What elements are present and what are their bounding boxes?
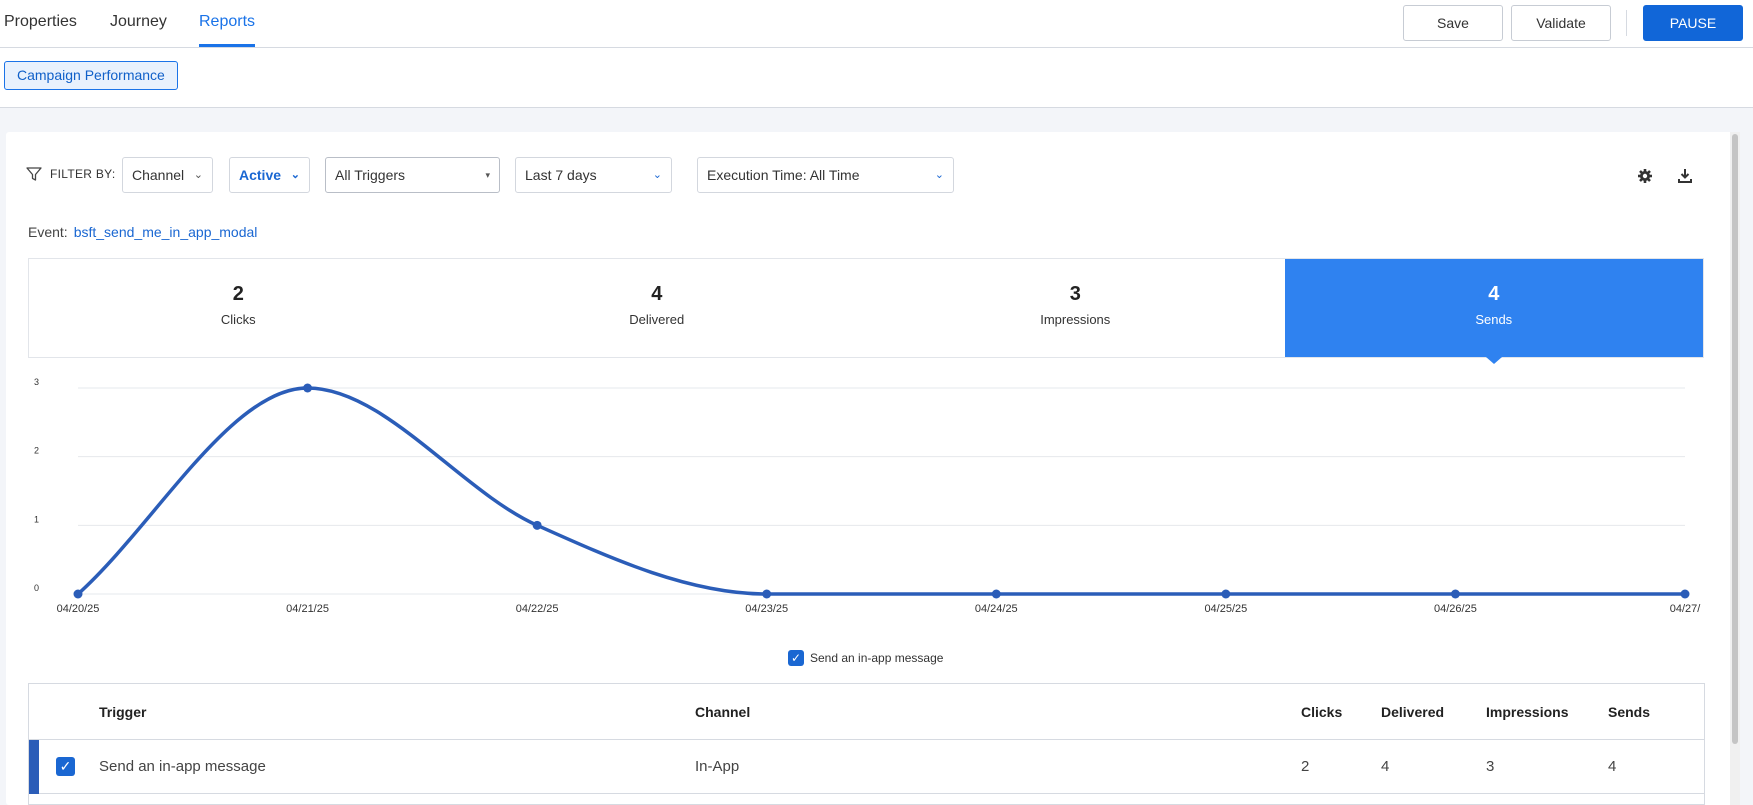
- x-tick-label: 04/27/: [1670, 603, 1702, 615]
- column-header-clicks[interactable]: Clicks: [1301, 704, 1342, 720]
- data-point: [1450, 589, 1460, 599]
- triggers-table: Trigger Channel Clicks Delivered Impress…: [28, 683, 1705, 805]
- scrollbar-thumb[interactable]: [1732, 134, 1738, 744]
- stat-clicks[interactable]: 2 Clicks: [29, 259, 448, 357]
- y-tick-label: 1: [34, 514, 39, 524]
- date-range-select[interactable]: Last 7 days ⌄: [515, 157, 672, 193]
- stat-delivered[interactable]: 4 Delivered: [448, 259, 867, 357]
- tab-journey[interactable]: Journey: [110, 0, 167, 47]
- data-point: [1221, 589, 1231, 599]
- divider: [1626, 10, 1627, 36]
- data-point: [762, 589, 772, 599]
- x-tick-label: 04/25/25: [1204, 603, 1247, 615]
- sends-line-chart: 0 1 2 3 04/20/25 04/21/25 04/22/25 04/23/25 04/2…: [34, 377, 1702, 615]
- stat-value: 4: [651, 283, 663, 305]
- data-point: [1680, 589, 1690, 599]
- status-select[interactable]: Active ⌄: [229, 157, 310, 193]
- event-link[interactable]: bsft_send_me_in_app_modal: [74, 224, 258, 240]
- row-indicator: [29, 740, 39, 794]
- filter-icon: [26, 167, 42, 181]
- triggers-select[interactable]: All Triggers ▾: [325, 157, 500, 193]
- filter-by: FILTER BY:: [26, 166, 115, 182]
- event-label: Event:: [28, 224, 68, 240]
- sub-bar: Campaign Performance: [0, 48, 1753, 108]
- stat-value: 2: [232, 283, 244, 305]
- top-bar: Properties Journey Reports Save Validate…: [0, 0, 1753, 48]
- tab-properties[interactable]: Properties: [4, 0, 77, 47]
- status-select-value: Active: [239, 167, 282, 183]
- stat-label: Clicks: [220, 312, 256, 327]
- x-tick-label: 04/20/25: [57, 603, 100, 615]
- stats-bar: 2 Clicks 4 Delivered 3 Impressions 4 Sends: [28, 258, 1704, 364]
- legend-checkbox[interactable]: ✓: [788, 650, 804, 666]
- campaign-performance-tab[interactable]: Campaign Performance: [4, 61, 178, 90]
- chevron-down-icon: ⌄: [290, 169, 300, 181]
- cell-impressions: 3: [1486, 758, 1495, 775]
- legend-label: Send an in-app message: [810, 651, 944, 665]
- y-tick-label: 0: [34, 583, 39, 593]
- stat-value: 4: [1488, 283, 1500, 305]
- cell-delivered: 4: [1381, 758, 1390, 775]
- download-icon[interactable]: [1676, 167, 1694, 185]
- y-tick-label: 2: [34, 446, 39, 456]
- stat-label: Sends: [1475, 312, 1513, 327]
- stat-sends[interactable]: 4 Sends: [1284, 259, 1703, 364]
- cell-channel: In-App: [695, 758, 740, 775]
- x-tick-label: 04/22/25: [516, 603, 559, 615]
- event-info: Event: bsft_send_me_in_app_modal: [28, 224, 257, 240]
- data-point: [73, 589, 83, 599]
- x-tick-label: 04/21/25: [286, 603, 329, 615]
- chart-legend[interactable]: ✓ Send an in-app message: [788, 650, 943, 666]
- execution-time-value: Execution Time: All Time: [707, 167, 860, 183]
- column-header-trigger[interactable]: Trigger: [99, 704, 146, 720]
- data-point: [991, 589, 1001, 599]
- gear-icon[interactable]: [1636, 167, 1654, 185]
- chevron-down-icon: ⌄: [193, 169, 203, 181]
- cell-clicks: 2: [1301, 758, 1310, 775]
- column-header-sends[interactable]: Sends: [1608, 704, 1650, 720]
- row-checkbox[interactable]: ✓: [56, 757, 75, 776]
- column-header-delivered[interactable]: Delivered: [1381, 704, 1444, 720]
- stat-impressions[interactable]: 3 Impressions: [866, 259, 1285, 357]
- chevron-down-icon: ⌄: [934, 169, 944, 181]
- data-point: [303, 383, 313, 393]
- date-range-value: Last 7 days: [525, 167, 597, 183]
- stat-value: 3: [1069, 283, 1081, 305]
- cell-trigger: Send an in-app message: [99, 758, 266, 775]
- filter-label: FILTER BY:: [50, 167, 116, 181]
- scrollbar[interactable]: [1730, 132, 1740, 805]
- x-tick-label: 04/23/25: [745, 603, 788, 615]
- table-row[interactable]: ✓ Send an in-app message In-App 2 4 3 4: [29, 740, 1704, 794]
- validate-button[interactable]: Validate: [1511, 5, 1611, 41]
- y-tick-label: 3: [34, 377, 39, 387]
- triggers-select-value: All Triggers: [335, 167, 406, 183]
- x-tick-label: 04/24/25: [975, 603, 1018, 615]
- channel-select-value: Channel: [132, 167, 185, 183]
- cell-sends: 4: [1608, 758, 1617, 775]
- stat-label: Delivered: [629, 312, 685, 327]
- column-header-channel[interactable]: Channel: [695, 704, 750, 720]
- table-header: Trigger Channel Clicks Delivered Impress…: [29, 684, 1704, 740]
- caret-down-icon: ▾: [485, 170, 490, 180]
- save-button[interactable]: Save: [1403, 5, 1503, 41]
- execution-time-select[interactable]: Execution Time: All Time ⌄: [697, 157, 954, 193]
- tab-reports[interactable]: Reports: [199, 0, 256, 47]
- data-point: [532, 520, 542, 530]
- channel-select[interactable]: Channel ⌄: [122, 157, 213, 193]
- stat-label: Impressions: [1040, 312, 1111, 327]
- series-line: [76, 386, 1685, 596]
- column-header-impressions[interactable]: Impressions: [1486, 704, 1568, 720]
- chevron-down-icon: ⌄: [652, 169, 662, 181]
- x-tick-label: 04/26/25: [1434, 603, 1477, 615]
- pause-button[interactable]: PAUSE: [1643, 5, 1743, 41]
